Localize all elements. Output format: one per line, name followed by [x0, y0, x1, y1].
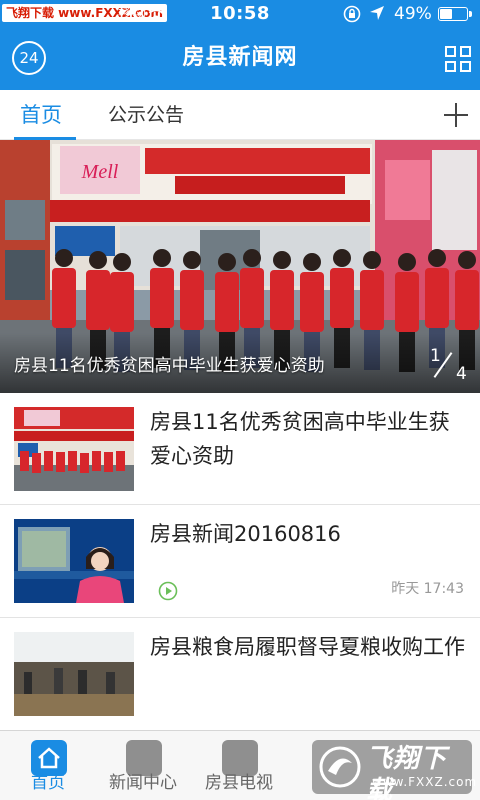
thumb-crowd [20, 451, 125, 473]
crowd-person-head [363, 251, 381, 269]
grid-cell [460, 46, 471, 57]
tabbar-item-home[interactable]: 首页 [3, 731, 93, 800]
tab-announcements[interactable]: 公示公告 [108, 90, 184, 140]
watermark-url: www.FXXZ.com [372, 775, 478, 789]
crowd-person-head [428, 249, 446, 267]
news-item[interactable]: 房县新闻20160816 昨天 17:43 [0, 505, 480, 618]
crowd-person-vest [150, 268, 174, 328]
crowd-person-head [458, 251, 476, 269]
crowd-person-head [303, 253, 321, 271]
crowd-person-head [273, 251, 291, 269]
crowd-person-vest [395, 272, 419, 332]
crowd-person-head [55, 249, 73, 267]
grid-cell [460, 61, 471, 72]
crowd-person-head [113, 253, 131, 271]
news-title: 房县粮食局履职督导夏粮收购工作 [150, 635, 465, 659]
crowd-person-vest [240, 268, 264, 328]
crowd-person-head [243, 249, 261, 267]
top-bar: 飞翔下载 www.FXXZ.com 移动 10:58 49% 24 房县新闻网 [0, 0, 480, 90]
grid-menu-icon[interactable] [445, 46, 471, 72]
news-title: 房县11名优秀贫困高中毕业生获爱心资助 [150, 410, 450, 468]
crowd-person-vest [330, 268, 354, 328]
crowd-person-head [333, 249, 351, 267]
news-thumbnail [14, 519, 134, 603]
grid-cell [445, 46, 456, 57]
news-thumbnail-image [14, 519, 134, 603]
crowd-person-vest [270, 270, 294, 330]
date-badge-button[interactable]: 24 [12, 41, 46, 75]
battery-icon [438, 7, 472, 21]
hero-page-indicator: 1 4 [428, 346, 474, 386]
crowd-person-head [89, 251, 107, 269]
add-channel-icon[interactable] [444, 103, 468, 127]
crowd-person-vest [300, 272, 324, 332]
video-play-icon [158, 581, 178, 601]
store-logo-text: Mell [81, 161, 119, 183]
news-thumbnail [14, 407, 134, 491]
tab-home[interactable]: 首页 [20, 90, 62, 140]
tabbar-label: 新闻中心 [109, 773, 177, 793]
crowd-person-head [153, 249, 171, 267]
battery-percent: 49% [394, 4, 432, 24]
hero-banner[interactable]: Mell 房县11名优秀贫困高中毕业生获爱心资助 1 4 [0, 140, 480, 393]
crowd-person-vest [425, 268, 449, 328]
nav-bar: 24 房县新闻网 [0, 28, 480, 90]
hero-caption: 房县11名优秀贫困高中毕业生获爱心资助 [14, 356, 325, 376]
battery-fill [440, 9, 452, 19]
watermark-brand: 飞翔下载 [366, 744, 448, 800]
watermark-bottom-right: 飞翔下载 www.FXXZ.com [312, 740, 476, 800]
tabbar-label: 房县电视 [205, 773, 273, 793]
status-bar: 飞翔下载 www.FXXZ.com 移动 10:58 49% [0, 0, 480, 28]
crowd-person-vest [86, 270, 110, 330]
tabbar-item-news-center[interactable]: 新闻中心 [98, 731, 188, 800]
news-item[interactable]: 房县11名优秀贫困高中毕业生获爱心资助 [0, 393, 480, 505]
tabbar-item-tv[interactable]: 房县电视 [194, 731, 284, 800]
crowd-person-head [218, 253, 236, 271]
news-item[interactable]: 房县粮食局履职督导夏粮收购工作 [0, 618, 480, 730]
crowd-person-head [398, 253, 416, 271]
tabbar-label: 首页 [31, 773, 65, 793]
grid-cell [445, 61, 456, 72]
news-thumbnail-image [14, 407, 134, 491]
crowd-person-head [183, 251, 201, 269]
rotation-lock-icon [343, 5, 361, 23]
wifi-icon [146, 5, 166, 20]
crowd-person-vest [455, 270, 479, 330]
location-arrow-icon [370, 6, 384, 20]
carrier-name: 移动 [118, 5, 146, 21]
crowd-person-vest [215, 272, 239, 332]
news-title: 房县新闻20160816 [150, 522, 341, 546]
watermark-logo-icon [319, 746, 361, 788]
crowd-person-vest [110, 272, 134, 332]
news-time: 昨天 17:43 [391, 581, 464, 597]
crowd-person-vest [52, 268, 76, 328]
crowd-person-vest [180, 270, 204, 330]
app-title: 房县新闻网 [182, 45, 298, 70]
crowd-person-vest [360, 270, 384, 330]
news-thumbnail [14, 632, 134, 716]
hero-page-total: 4 [456, 364, 467, 384]
hero-page-current: 1 [430, 346, 441, 366]
news-thumbnail-image [14, 632, 134, 716]
channel-tabs: 首页 公示公告 [0, 90, 480, 140]
